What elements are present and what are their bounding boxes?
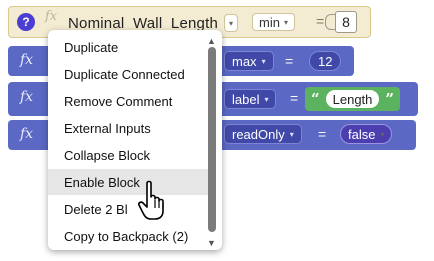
scroll-down-icon[interactable]: ▼ <box>207 238 216 248</box>
number-value-field[interactable]: 12 <box>309 51 342 71</box>
chevron-down-icon: ▾ <box>229 18 234 28</box>
menu-item-duplicate-connected[interactable]: Duplicate Connected <box>48 61 208 87</box>
number-value-field[interactable]: 8 <box>335 11 357 33</box>
help-icon[interactable]: ? <box>17 13 35 31</box>
property-dropdown-readonly[interactable]: readOnly ▾ <box>224 124 302 144</box>
function-icon: fx <box>45 9 58 24</box>
context-menu: Duplicate Duplicate Connected Remove Com… <box>48 30 222 250</box>
menu-item-collapse-block[interactable]: Collapse Block <box>48 142 208 168</box>
chevron-down-icon: ▾ <box>261 56 266 66</box>
function-icon: fx <box>20 126 34 142</box>
property-label: readOnly <box>232 126 285 142</box>
property-label: min <box>259 14 280 30</box>
equals-sign: = <box>290 90 299 106</box>
chevron-down-icon: ▾ <box>289 129 294 139</box>
hand-cursor-icon <box>138 180 164 220</box>
property-dropdown-min[interactable]: min ▾ <box>252 13 295 31</box>
menu-item-external-inputs[interactable]: External Inputs <box>48 115 208 141</box>
menu-scrollbar[interactable] <box>208 47 216 232</box>
menu-item-copy-to-backpack[interactable]: Copy to Backpack (2) <box>48 223 208 249</box>
equals-sign: = <box>316 13 325 29</box>
text-string-block[interactable]: “ Length ” <box>305 87 401 111</box>
chevron-down-icon: ▾ <box>283 17 288 27</box>
equals-sign: = <box>285 53 294 69</box>
close-quote-icon: ” <box>385 90 395 108</box>
text-value-field[interactable]: Length <box>325 90 380 108</box>
open-quote-icon: “ <box>311 90 320 108</box>
function-icon: fx <box>20 89 34 105</box>
variable-name: Nominal_Wall_Length <box>68 14 218 32</box>
property-label: label <box>232 91 260 107</box>
boolean-value: false <box>348 126 376 142</box>
function-icon: fx <box>20 52 34 68</box>
chevron-down-icon: ▾ <box>264 94 269 104</box>
menu-item-duplicate[interactable]: Duplicate <box>48 34 208 60</box>
scroll-up-icon[interactable]: ▲ <box>207 36 216 46</box>
property-dropdown-label[interactable]: label ▾ <box>224 89 277 109</box>
menu-item-delete-blocks[interactable]: Delete 2 Bl <box>48 196 208 222</box>
menu-item-remove-comment[interactable]: Remove Comment <box>48 88 208 114</box>
property-dropdown-max[interactable]: max ▾ <box>224 51 274 71</box>
boolean-dropdown[interactable]: false ▾ <box>340 124 393 144</box>
variable-dropdown-caret[interactable]: ▾ <box>224 14 239 32</box>
property-label: max <box>232 53 257 69</box>
menu-item-enable-block[interactable]: Enable Block <box>48 169 208 195</box>
chevron-down-icon: ▾ <box>380 129 385 139</box>
equals-sign: = <box>318 126 327 142</box>
